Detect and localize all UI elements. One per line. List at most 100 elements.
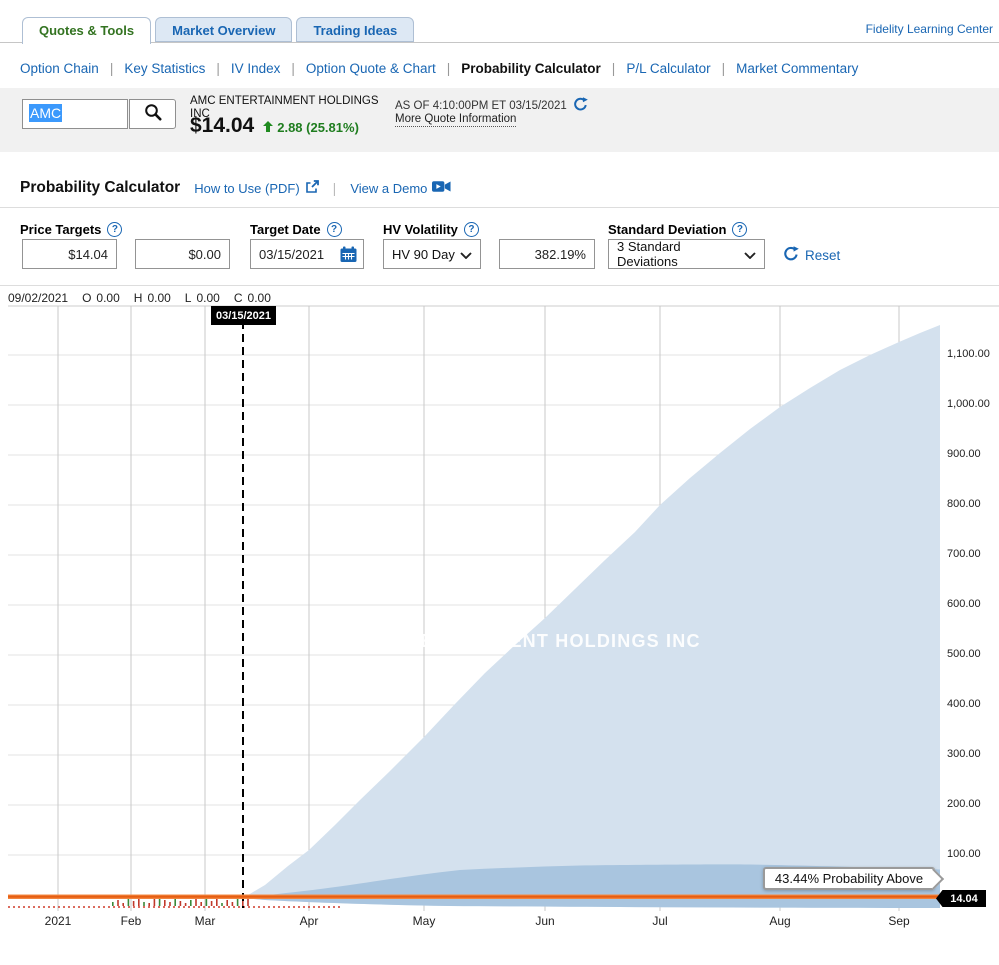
external-link-icon (305, 180, 319, 197)
hv-volatility-help-icon[interactable]: ? (464, 222, 479, 237)
y-axis-tick: 400.00 (947, 698, 981, 710)
hv-volatility-label-text: HV Volatility (383, 222, 458, 237)
chevron-down-icon (744, 247, 756, 262)
top-tabs: Quotes & ToolsMarket OverviewTrading Ide… (22, 17, 414, 44)
y-axis-tick: 200.00 (947, 798, 981, 810)
quote-bar: AMC AMC ENTERTAINMENT HOLDINGS INC $14.0… (0, 88, 999, 152)
x-axis-tick: Aug (769, 914, 790, 928)
reset-button[interactable]: Reset (783, 246, 840, 265)
target-date-flag: 03/15/2021 (211, 306, 276, 325)
ohlc-date: 09/02/2021 (8, 291, 68, 305)
price-targets-label: Price Targets ? (20, 222, 122, 237)
current-price-badge: 14.04 (936, 890, 986, 907)
hv-period-select[interactable]: HV 90 Day (383, 239, 481, 269)
hv-volatility-label: HV Volatility ? (383, 222, 479, 237)
probability-chart: 09/02/2021O0.00H0.00L0.00C0.00 AMC ENTER… (0, 288, 999, 965)
video-camera-icon (432, 180, 451, 196)
target-date-field (250, 239, 364, 269)
nav-separator: | (216, 61, 220, 76)
standard-deviation-help-icon[interactable]: ? (732, 222, 747, 237)
view-demo-link[interactable]: View a Demo (350, 180, 451, 196)
nav-item-iv-index[interactable]: IV Index (231, 61, 281, 76)
nav-separator: | (447, 61, 451, 76)
nav-item-p-l-calculator[interactable]: P/L Calculator (626, 61, 710, 76)
y-axis-tick: 100.00 (947, 848, 981, 860)
probability-calculator-page: Quotes & ToolsMarket OverviewTrading Ide… (0, 0, 999, 965)
ohlc-o: O0.00 (82, 291, 120, 305)
price-target-2-input[interactable] (135, 239, 230, 269)
target-date-input[interactable] (251, 240, 337, 268)
standard-deviation-select[interactable]: 3 Standard Deviations (608, 239, 765, 269)
price-row: $14.04 2.88 (25.81%) (190, 114, 359, 138)
search-button[interactable] (129, 99, 176, 129)
y-axis-tick: 800.00 (947, 498, 981, 510)
x-axis-tick: May (413, 914, 436, 928)
page-title: Probability Calculator (20, 179, 180, 197)
up-arrow-icon (263, 120, 273, 135)
chart-plot-area[interactable] (0, 288, 999, 938)
nav-separator: | (291, 61, 295, 76)
price-target-1-input[interactable] (22, 239, 117, 269)
x-axis-tick: Jun (535, 914, 554, 928)
target-date-label: Target Date ? (250, 222, 342, 237)
chevron-down-icon (460, 247, 472, 262)
ohlc-h: H0.00 (134, 291, 171, 305)
reset-label: Reset (805, 248, 840, 263)
nav-item-probability-calculator[interactable]: Probability Calculator (461, 61, 601, 76)
y-axis-tick: 1,000.00 (947, 398, 990, 410)
as-of-text: AS OF 4:10:00PM ET 03/15/2021 (395, 100, 567, 112)
nav-item-key-statistics[interactable]: Key Statistics (124, 61, 205, 76)
ohlc-readout: 09/02/2021O0.00H0.00L0.00C0.00 (8, 291, 271, 305)
tab-trading-ideas[interactable]: Trading Ideas (296, 17, 414, 42)
divider (0, 285, 999, 286)
nav-item-market-commentary[interactable]: Market Commentary (736, 61, 858, 76)
y-axis-tick: 900.00 (947, 448, 981, 460)
title-separator: | (333, 180, 337, 196)
calendar-icon[interactable] (340, 246, 357, 268)
title-row: Probability Calculator How to Use (PDF) … (20, 179, 451, 197)
x-axis-tick: Sep (888, 914, 909, 928)
refresh-icon (783, 246, 799, 265)
standard-deviation-label: Standard Deviation ? (608, 222, 747, 237)
probability-tooltip: 43.44% Probability Above (763, 867, 935, 890)
nav-item-option-chain[interactable]: Option Chain (20, 61, 99, 76)
y-axis-tick: 600.00 (947, 598, 981, 610)
x-axis-tick: Feb (121, 914, 142, 928)
tab-market-overview[interactable]: Market Overview (155, 17, 292, 42)
symbol-search-input[interactable]: AMC (22, 99, 128, 129)
refresh-icon[interactable] (573, 97, 588, 115)
how-to-use-link[interactable]: How to Use (PDF) (194, 180, 318, 197)
y-axis-tick: 700.00 (947, 548, 981, 560)
x-axis-tick: Jul (652, 914, 667, 928)
how-to-use-label: How to Use (PDF) (194, 181, 299, 196)
view-demo-label: View a Demo (350, 181, 427, 196)
x-axis-tick: Mar (195, 914, 216, 928)
x-axis-tick: Apr (300, 914, 319, 928)
tool-nav: Option Chain | Key Statistics | IV Index | Opt… (20, 61, 858, 76)
search-icon (144, 103, 162, 126)
price-targets-help-icon[interactable]: ? (107, 222, 122, 237)
price-change-text: 2.88 (25.81%) (277, 120, 359, 135)
price-targets-label-text: Price Targets (20, 222, 101, 237)
y-axis-tick: 500.00 (947, 648, 981, 660)
divider (0, 207, 999, 208)
hv-value-input[interactable] (499, 239, 595, 269)
symbol-text: AMC (29, 104, 62, 122)
last-price: $14.04 (190, 114, 254, 138)
y-axis-tick: 300.00 (947, 748, 981, 760)
standard-deviation-value: 3 Standard Deviations (617, 239, 744, 269)
more-quote-information-link[interactable]: More Quote Information (395, 113, 516, 127)
fidelity-learning-center-link[interactable]: Fidelity Learning Center (866, 22, 993, 36)
nav-item-option-quote-chart[interactable]: Option Quote & Chart (306, 61, 436, 76)
nav-separator: | (612, 61, 616, 76)
ohlc-c: C0.00 (234, 291, 271, 305)
standard-deviation-label-text: Standard Deviation (608, 222, 726, 237)
nav-separator: | (722, 61, 726, 76)
price-change: 2.88 (25.81%) (263, 120, 359, 135)
tab-quotes-tools[interactable]: Quotes & Tools (22, 17, 151, 44)
x-axis-tick: 2021 (45, 914, 72, 928)
chart-watermark: AMC ENTERTAINMENT HOLDINGS INC (330, 631, 701, 652)
hv-period-value: HV 90 Day (392, 247, 455, 262)
target-date-label-text: Target Date (250, 222, 321, 237)
target-date-help-icon[interactable]: ? (327, 222, 342, 237)
